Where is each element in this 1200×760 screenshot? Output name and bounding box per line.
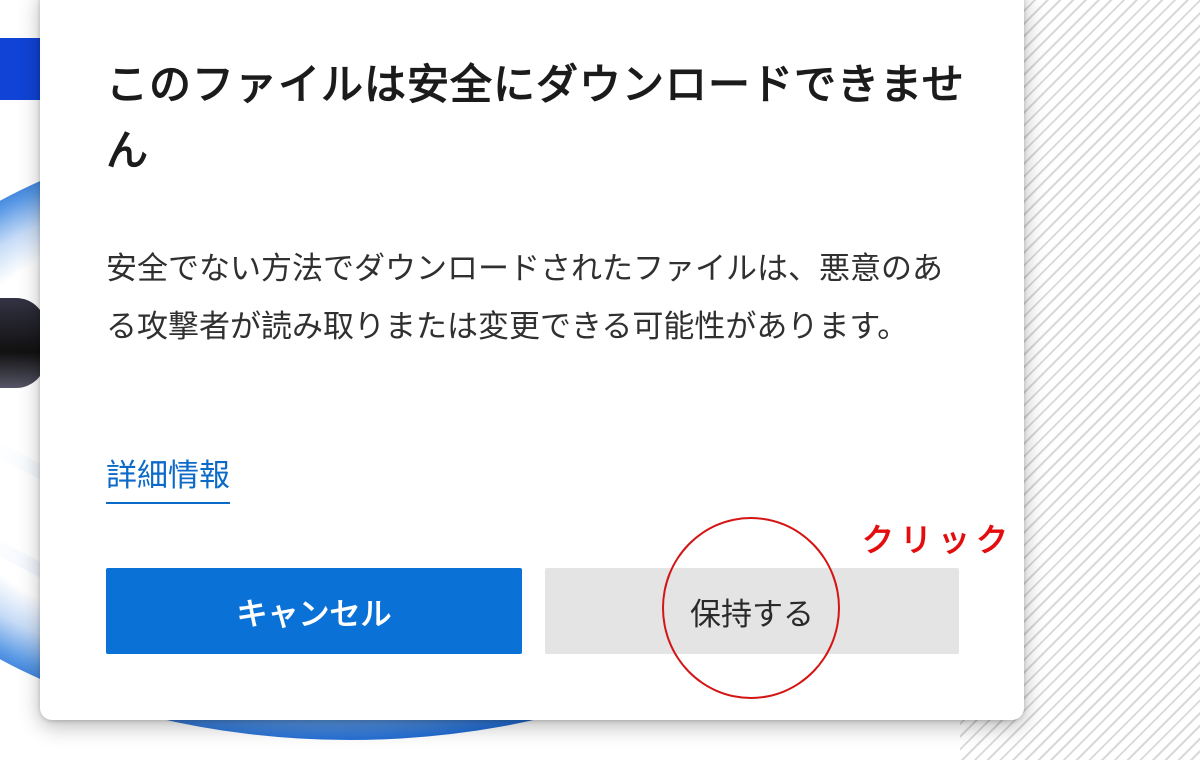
screenshot-stage: このファイルは安全にダウンロードできません 安全でない方法でダウンロードされたフ… [0,0,1200,760]
cancel-button[interactable]: キャンセル [106,568,522,654]
keep-button[interactable]: 保持する [545,568,959,654]
download-warning-dialog: このファイルは安全にダウンロードできません 安全でない方法でダウンロードされたフ… [40,0,1024,720]
learn-more-link[interactable]: 詳細情報 [106,456,230,504]
dialog-title: このファイルは安全にダウンロードできません [106,60,965,175]
dialog-message: 安全でない方法でダウンロードされたファイルは、悪意のある攻撃者が読み取りまたは変… [106,251,943,345]
click-annotation-label: クリック [862,521,1015,559]
